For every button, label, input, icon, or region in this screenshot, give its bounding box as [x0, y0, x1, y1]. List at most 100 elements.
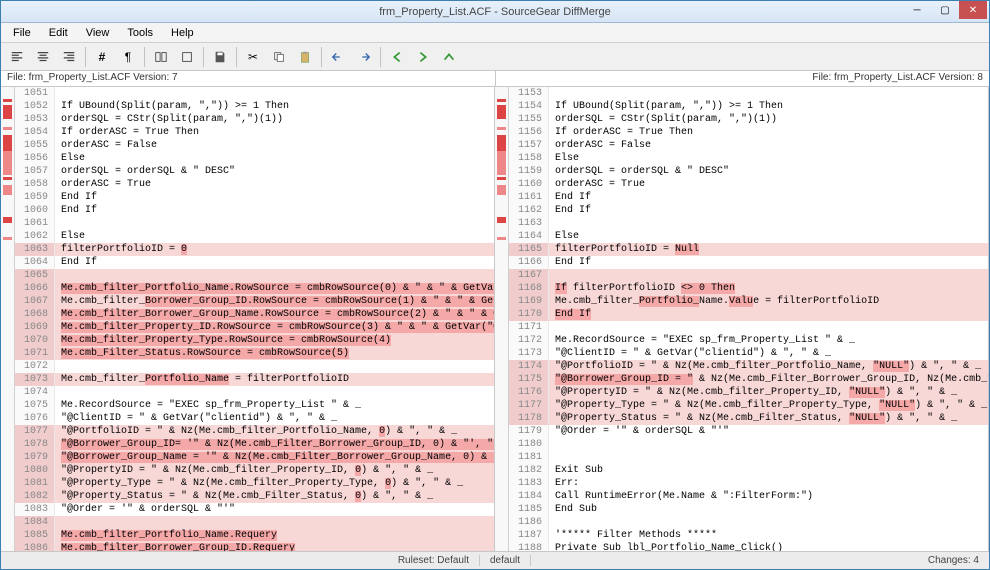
code-line[interactable]: 1159 orderSQL = orderSQL & " DESC" — [509, 165, 988, 178]
code-line[interactable]: 1079 "@Borrower_Group_Name = '" & Nz(Me.… — [15, 451, 494, 464]
code-line[interactable]: 1186 — [509, 516, 988, 529]
code-line[interactable]: 1085Me.cmb_filter_Portfolio_Name.Requery — [15, 529, 494, 542]
code-line[interactable]: 1060 End If — [15, 204, 494, 217]
code-line[interactable]: 1071Me.cmb_Filter_Status.RowSource = cmb… — [15, 347, 494, 360]
code-line[interactable]: 1086Me.cmb_filter_Borrower_Group_ID.Requ… — [15, 542, 494, 551]
cut-icon[interactable]: ✂ — [241, 45, 265, 69]
ruler-mark[interactable] — [497, 177, 506, 180]
code-line[interactable]: 1065 — [15, 269, 494, 282]
align-left-icon[interactable] — [5, 45, 29, 69]
code-line[interactable]: 1169 Me.cmb_filter_Portfolio_Name.Value … — [509, 295, 988, 308]
code-line[interactable]: 1057 orderSQL = orderSQL & " DESC" — [15, 165, 494, 178]
code-line[interactable]: 1173 "@ClientID = " & GetVar("clientid")… — [509, 347, 988, 360]
code-line[interactable]: 1161 End If — [509, 191, 988, 204]
align-center-icon[interactable] — [31, 45, 55, 69]
code-line[interactable]: 1074 — [15, 386, 494, 399]
code-line[interactable]: 1064End If — [15, 256, 494, 269]
code-line[interactable]: 1062Else — [15, 230, 494, 243]
ruler-mark[interactable] — [3, 237, 12, 240]
code-line[interactable]: 1182Exit Sub — [509, 464, 988, 477]
code-line[interactable]: 1076 "@ClientID = " & GetVar("clientid")… — [15, 412, 494, 425]
code-line[interactable]: 1166End If — [509, 256, 988, 269]
ruler-mark[interactable] — [3, 217, 12, 223]
ruler-mark[interactable] — [497, 237, 506, 240]
code-line[interactable]: 1081 "@Property_Type = " & Nz(Me.cmb_fil… — [15, 477, 494, 490]
copy-icon[interactable] — [267, 45, 291, 69]
close-button[interactable]: ✕ — [959, 1, 987, 19]
code-line[interactable]: 1078 "@Borrower_Group_ID= '" & Nz(Me.cmb… — [15, 438, 494, 451]
code-line[interactable]: 1052 If UBound(Split(param, ",")) >= 1 T… — [15, 100, 494, 113]
code-line[interactable]: 1164Else — [509, 230, 988, 243]
code-line[interactable]: 1176 "@PropertyID = " & Nz(Me.cmb_filter… — [509, 386, 988, 399]
code-line[interactable]: 1059 End If — [15, 191, 494, 204]
maximize-button[interactable]: ▢ — [931, 1, 959, 19]
code-line[interactable]: 1185End Sub — [509, 503, 988, 516]
code-line[interactable]: 1069Me.cmb_filter_Property_ID.RowSource … — [15, 321, 494, 334]
code-line[interactable]: 1187'***** Filter Methods ***** — [509, 529, 988, 542]
code-line[interactable]: 1068Me.cmb_filter_Borrower_Group_Name.Ro… — [15, 308, 494, 321]
code-line[interactable]: 1188Private Sub lbl_Portfolio_Name_Click… — [509, 542, 988, 551]
ruler-mark[interactable] — [3, 127, 12, 130]
code-line[interactable]: 1172Me.RecordSource = "EXEC sp_frm_Prope… — [509, 334, 988, 347]
hash-icon[interactable]: # — [90, 45, 114, 69]
ruler-mark[interactable] — [3, 151, 12, 175]
align-right-icon[interactable] — [57, 45, 81, 69]
code-line[interactable]: 1070Me.cmb_filter_Property_Type.RowSourc… — [15, 334, 494, 347]
save-icon[interactable] — [208, 45, 232, 69]
code-line[interactable]: 1160 orderASC = True — [509, 178, 988, 191]
code-line[interactable]: 1156 If orderASC = True Then — [509, 126, 988, 139]
code-line[interactable]: 1177 "@Property_Type = " & Nz(Me.cmb_fil… — [509, 399, 988, 412]
code-line[interactable]: 1175 "@Borrower_Group_ID = " & Nz(Me.cmb… — [509, 373, 988, 386]
code-line[interactable]: 1067Me.cmb_filter_Borrower_Group_ID.RowS… — [15, 295, 494, 308]
right-pane[interactable]: 11531154 If UBound(Split(param, ",")) >=… — [509, 87, 989, 551]
code-line[interactable]: 1083 "@Order = '" & orderSQL & "'" — [15, 503, 494, 516]
code-line[interactable]: 1171 — [509, 321, 988, 334]
code-line[interactable]: 1165 filterPortfolioID = Null — [509, 243, 988, 256]
code-line[interactable]: 1054 If orderASC = True Then — [15, 126, 494, 139]
code-line[interactable]: 1178 "@Property_Status = " & Nz(Me.cmb_F… — [509, 412, 988, 425]
code-line[interactable]: 1170End If — [509, 308, 988, 321]
code-line[interactable]: 1153 — [509, 87, 988, 100]
menu-help[interactable]: Help — [163, 25, 202, 41]
menu-file[interactable]: File — [5, 25, 39, 41]
code-line[interactable]: 1082 "@Property_Status = " & Nz(Me.cmb_F… — [15, 490, 494, 503]
code-line[interactable]: 1073Me.cmb_filter_Portfolio_Name = filte… — [15, 373, 494, 386]
nav-next-icon[interactable] — [437, 45, 461, 69]
ruler-mark[interactable] — [497, 127, 506, 130]
ruler-mark[interactable] — [497, 99, 506, 102]
overview-ruler-left[interactable] — [1, 87, 15, 551]
code-line[interactable]: 1167 — [509, 269, 988, 282]
title-bar[interactable]: frm_Property_List.ACF - SourceGear DiffM… — [1, 1, 989, 23]
menu-edit[interactable]: Edit — [41, 25, 76, 41]
code-line[interactable]: 1053 orderSQL = CStr(Split(param, ",")(1… — [15, 113, 494, 126]
code-line[interactable]: 1157 orderASC = False — [509, 139, 988, 152]
code-line[interactable]: 1181 — [509, 451, 988, 464]
overview-ruler-right[interactable] — [495, 87, 509, 551]
ruler-mark[interactable] — [3, 185, 12, 195]
code-line[interactable]: 1174 "@PortfolioID = " & Nz(Me.cmb_filte… — [509, 360, 988, 373]
code-line[interactable]: 1158 Else — [509, 152, 988, 165]
menu-view[interactable]: View — [78, 25, 118, 41]
nav-prev-icon[interactable] — [411, 45, 435, 69]
code-line[interactable]: 1162 End If — [509, 204, 988, 217]
pilcrow-icon[interactable]: ¶ — [116, 45, 140, 69]
code-line[interactable]: 1075Me.RecordSource = "EXEC sp_frm_Prope… — [15, 399, 494, 412]
ruler-mark[interactable] — [497, 185, 506, 195]
ruler-mark[interactable] — [3, 105, 12, 119]
ruler-mark[interactable] — [3, 177, 12, 180]
code-line[interactable]: 1066Me.cmb_filter_Portfolio_Name.RowSour… — [15, 282, 494, 295]
two-pane-icon[interactable] — [149, 45, 173, 69]
ruler-mark[interactable] — [497, 217, 506, 223]
code-line[interactable]: 1084 — [15, 516, 494, 529]
code-line[interactable]: 1055 orderASC = False — [15, 139, 494, 152]
code-line[interactable]: 1154 If UBound(Split(param, ",")) >= 1 T… — [509, 100, 988, 113]
single-pane-icon[interactable] — [175, 45, 199, 69]
undo-icon[interactable] — [326, 45, 350, 69]
ruler-mark[interactable] — [3, 99, 12, 102]
redo-icon[interactable] — [352, 45, 376, 69]
code-line[interactable]: 1184 Call RuntimeError(Me.Name & ":Filte… — [509, 490, 988, 503]
code-line[interactable]: 1179 "@Order = '" & orderSQL & "'" — [509, 425, 988, 438]
code-line[interactable]: 1080 "@PropertyID = " & Nz(Me.cmb_filter… — [15, 464, 494, 477]
paste-icon[interactable] — [293, 45, 317, 69]
menu-tools[interactable]: Tools — [119, 25, 161, 41]
